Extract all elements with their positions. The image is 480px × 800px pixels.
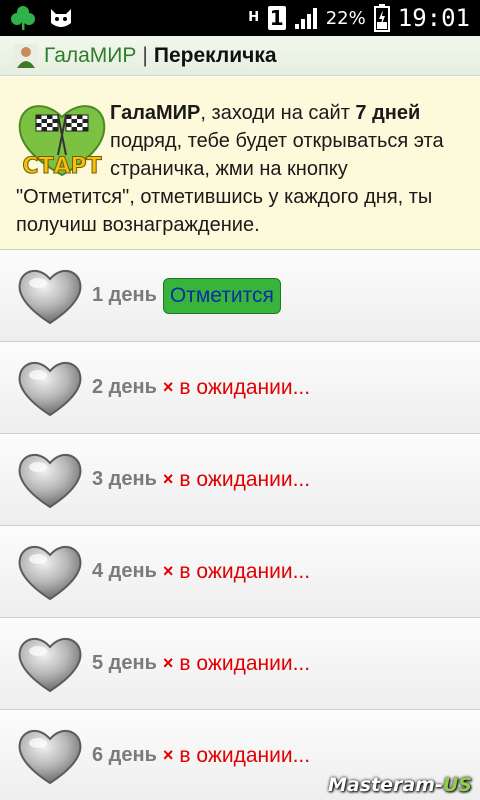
heart-icon	[18, 637, 82, 692]
day-label: 4 день	[92, 560, 157, 582]
heart-icon	[18, 453, 82, 508]
sim-indicator: 1	[267, 6, 286, 30]
day-row: 5 день × в ожидании...	[0, 618, 480, 710]
day-row: 1 день Отметится	[0, 250, 480, 342]
waiting-mark-icon: ×	[162, 377, 174, 397]
clover-icon	[11, 6, 35, 30]
watermark-suffix: US	[442, 774, 472, 796]
waiting-status: в ожидании...	[179, 559, 311, 583]
waiting-status: в ожидании...	[179, 743, 311, 767]
day-row: 4 день × в ожидании...	[0, 526, 480, 618]
waiting-status: в ожидании...	[179, 375, 311, 399]
info-text-1: , заходи на сайт	[200, 102, 356, 124]
day-label: 6 день	[92, 744, 157, 766]
day-label: 3 день	[92, 468, 157, 490]
heart-icon	[18, 545, 82, 600]
waiting-status: в ожидании...	[179, 467, 311, 491]
day-label: 1 день	[92, 284, 157, 306]
user-avatar-icon[interactable]	[14, 43, 38, 68]
waiting-status: в ожидании...	[179, 651, 311, 675]
info-days-count: 7 дней	[355, 102, 421, 124]
heart-icon	[18, 361, 82, 416]
watermark: Masteram-US	[328, 774, 472, 796]
clock: 19:01	[397, 4, 470, 32]
waiting-mark-icon: ×	[162, 561, 174, 581]
waiting-mark-icon: ×	[162, 469, 174, 489]
signal-icon	[294, 8, 317, 29]
cat-icon	[51, 9, 71, 27]
heart-icon	[18, 729, 82, 784]
info-site-name: ГалаМИР	[110, 102, 201, 124]
header-separator: |	[142, 43, 148, 67]
site-link[interactable]: ГалаМИР	[44, 44, 136, 68]
day-label: 2 день	[92, 376, 157, 398]
network-type-indicator: H	[248, 10, 260, 25]
status-bar: H 1 22% 19:01	[0, 0, 480, 36]
waiting-mark-icon: ×	[162, 745, 174, 765]
check-in-button[interactable]: Отметится	[162, 277, 281, 314]
heart-icon	[18, 269, 82, 324]
waiting-mark-icon: ×	[162, 653, 174, 673]
battery-icon	[373, 4, 390, 32]
day-label: 5 день	[92, 652, 157, 674]
info-box: СТАРТ ГалаМИР, заходи на сайт 7 дней под…	[0, 77, 480, 250]
watermark-main: Masteram-	[327, 774, 443, 796]
day-row: 2 день × в ожидании...	[0, 342, 480, 434]
battery-percent: 22%	[325, 7, 366, 29]
start-logo-text: СТАРТ	[22, 154, 101, 179]
day-row: 3 день × в ожидании...	[0, 434, 480, 526]
page-title: Перекличка	[153, 43, 277, 67]
page-header: ГалаМИР | Перекличка	[0, 36, 480, 76]
start-logo-icon: СТАРТ	[18, 105, 106, 180]
